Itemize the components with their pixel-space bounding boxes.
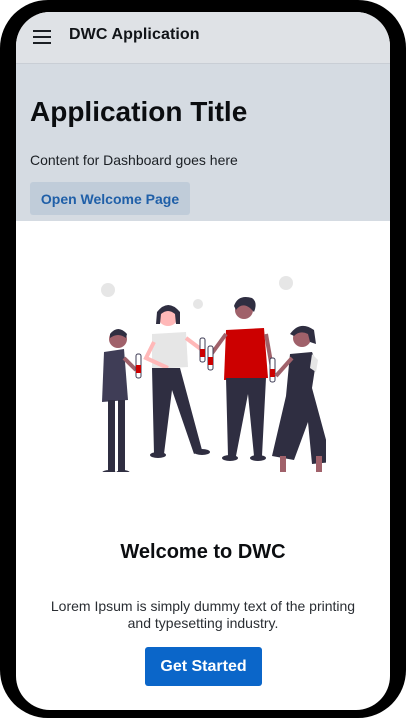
open-welcome-page-button[interactable]: Open Welcome Page: [30, 182, 190, 215]
people-celebrating-illustration: [101, 276, 326, 472]
dashboard-panel: Application Title Content for Dashboard …: [16, 64, 390, 221]
app-bar: DWC Application: [16, 12, 390, 64]
welcome-description: Lorem Ipsum is simply dummy text of the …: [50, 598, 356, 631]
get-started-button[interactable]: Get Started: [145, 647, 262, 686]
app-title: DWC Application: [69, 26, 200, 43]
page-title: Application Title: [30, 96, 248, 127]
menu-button[interactable]: [24, 22, 60, 52]
app-screen: DWC Application Application Title Conten…: [16, 12, 390, 710]
dashboard-content-text: Content for Dashboard goes here: [30, 152, 238, 168]
hamburger-menu-icon: [33, 30, 51, 44]
welcome-heading: Welcome to DWC: [120, 541, 286, 563]
phone-frame: DWC Application Application Title Conten…: [0, 0, 406, 718]
